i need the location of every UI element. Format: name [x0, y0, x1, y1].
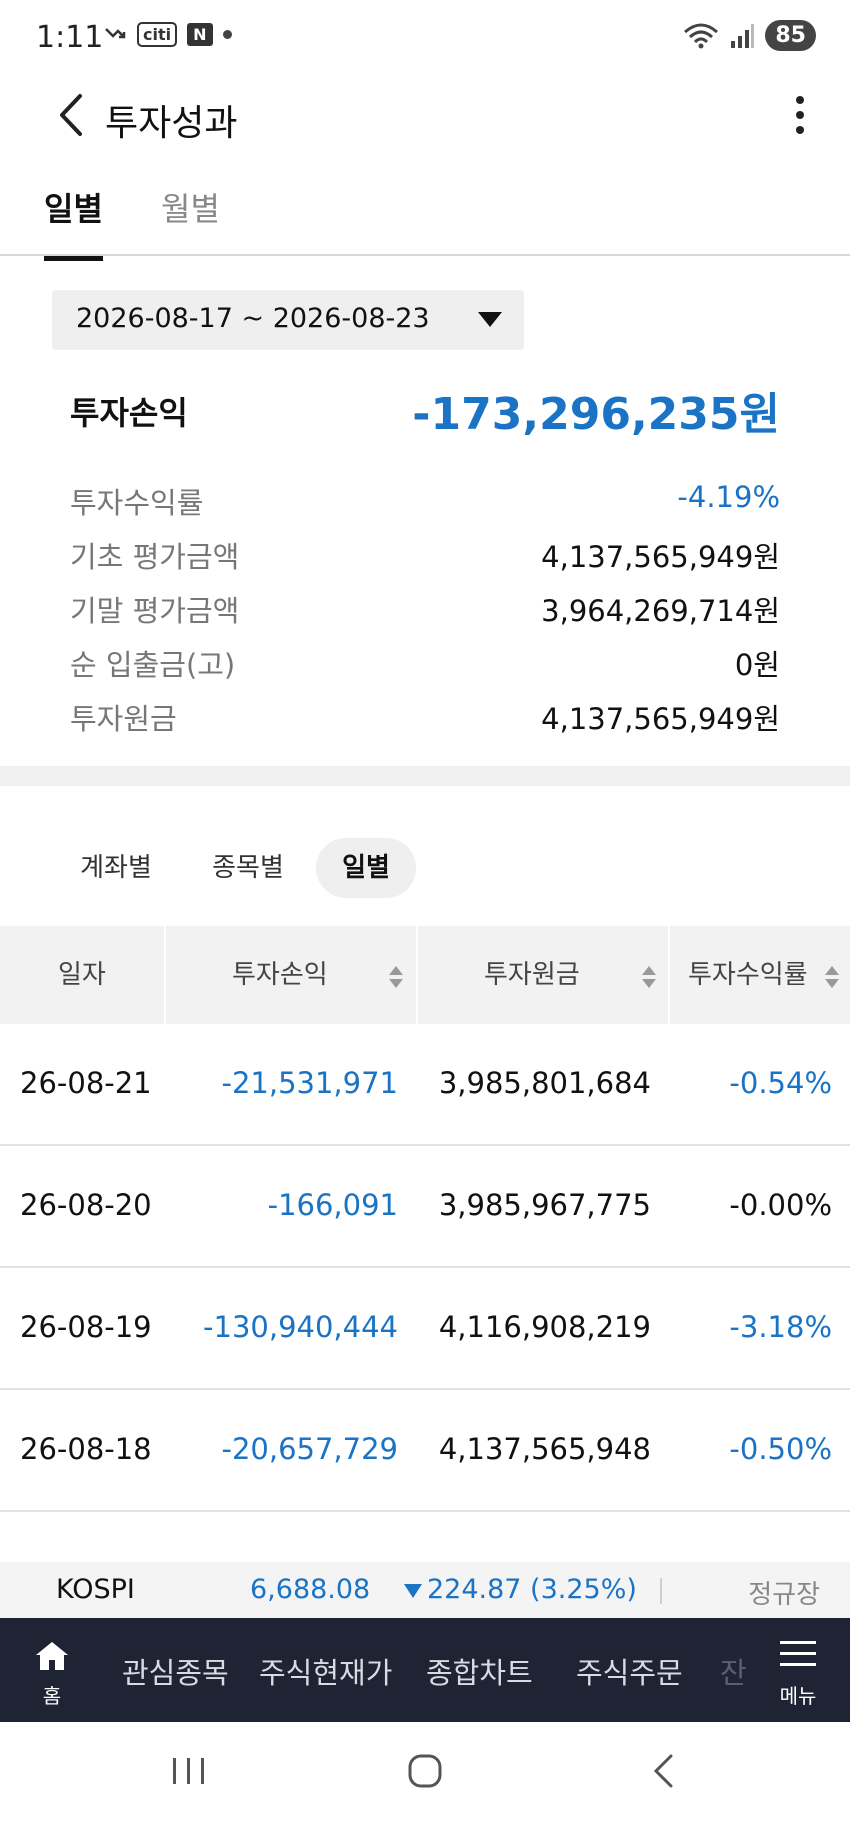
cell-date: 26-08-18	[20, 1432, 152, 1466]
sort-icon[interactable]	[641, 964, 657, 990]
summary-label: 투자수익률	[70, 486, 204, 520]
ticker-value: 6,688.08	[250, 1574, 371, 1605]
cell-return-rate: -0.00%	[729, 1188, 832, 1222]
ticker-change: 224.87 (3.25%)	[427, 1574, 637, 1605]
home-label: 홈	[42, 1684, 62, 1708]
summary-value: 4,137,565,949원	[541, 540, 780, 574]
summary-label: 순 입출금(고)	[70, 648, 236, 682]
cell-principal: 4,137,565,948	[438, 1432, 651, 1466]
column-header-profit[interactable]: 투자손익	[232, 926, 328, 1024]
cell-return-rate: -0.54%	[729, 1066, 832, 1100]
market-session: 정규장	[748, 1580, 820, 1610]
summary-label: 기초 평가금액	[70, 540, 240, 574]
hamburger-menu-icon	[780, 1641, 816, 1666]
menu-label: 메뉴	[779, 1684, 817, 1708]
summary-row-beginning-value: 기초 평가금액 4,137,565,949원	[70, 534, 780, 578]
sort-icon[interactable]	[824, 964, 840, 990]
cell-principal: 4,116,908,219	[438, 1310, 651, 1344]
table-row[interactable]: 26-08-20 -166,091 3,985,967,775 -0.00%	[0, 1146, 850, 1268]
table-row[interactable]: 26-08-19 -130,940,444 4,116,908,219 -3.1…	[0, 1268, 850, 1390]
column-header-return-rate[interactable]: 투자수익률	[688, 926, 808, 1024]
home-button[interactable]: 홈	[0, 1618, 104, 1722]
summary-label: 기말 평가금액	[70, 594, 240, 628]
nav-chart[interactable]: 종합차트	[426, 1650, 533, 1692]
table-row[interactable]: 26-08-21 -21,531,971 3,985,801,684 -0.54…	[0, 1024, 850, 1146]
summary-row-net-deposit: 순 입출금(고) 0원	[70, 642, 780, 686]
status-time: 1:11	[36, 20, 104, 55]
nav-watchlist[interactable]: 관심종목	[122, 1650, 229, 1692]
summary-row-ending-value: 기말 평가금액 3,964,269,714원	[70, 588, 780, 632]
nav-more-item[interactable]: 잔	[720, 1650, 747, 1692]
bottom-nav: 홈 관심종목 주식현재가 종합차트 주식주문 잔 메뉴	[0, 1618, 850, 1722]
home-icon	[36, 1642, 68, 1670]
tab-daily[interactable]: 일별	[44, 184, 103, 261]
naver-app-icon: N	[187, 23, 213, 46]
status-notification-icons: citi N	[103, 22, 232, 47]
chip-by-stock[interactable]: 종목별	[196, 838, 300, 898]
nav-order[interactable]: 주식주문	[576, 1650, 683, 1692]
back-arrow-icon[interactable]	[52, 92, 92, 138]
cell-date: 26-08-20	[20, 1188, 152, 1222]
date-range-text: 2026-08-17 ~ 2026-08-23	[76, 303, 430, 334]
cell-profit: -166,091	[267, 1188, 398, 1222]
summary-value: -4.19%	[677, 480, 780, 514]
citi-app-icon: citi	[137, 22, 178, 47]
system-back-icon[interactable]	[640, 1748, 690, 1794]
status-bar: 1:11 citi N 85	[0, 0, 850, 75]
signal-icon	[731, 23, 755, 48]
table-row[interactable]: 26-08-18 -20,657,729 4,137,565,948 -0.50…	[0, 1390, 850, 1512]
section-divider	[0, 766, 850, 786]
column-header-principal[interactable]: 투자원금	[484, 926, 580, 1024]
recent-apps-icon[interactable]	[164, 1748, 214, 1794]
triangle-down-icon	[404, 1584, 422, 1598]
cell-principal: 3,985,801,684	[438, 1066, 651, 1100]
tab-monthly[interactable]: 월별	[161, 184, 220, 256]
caret-down-icon	[478, 312, 502, 327]
ticker-divider	[660, 1578, 662, 1604]
market-ticker[interactable]: KOSPI 6,688.08 224.87 (3.25%) 정규장	[0, 1562, 850, 1618]
more-notifications-dot-icon	[222, 30, 232, 39]
column-divider	[668, 926, 670, 1024]
cell-principal: 3,985,967,775	[438, 1188, 651, 1222]
column-header-date: 일자	[58, 960, 106, 990]
summary-value: 0원	[734, 648, 780, 682]
cell-profit: -21,531,971	[221, 1066, 398, 1100]
cell-return-rate: -0.50%	[729, 1432, 832, 1466]
battery-indicator: 85	[765, 20, 816, 51]
ticker-name: KOSPI	[56, 1574, 135, 1605]
status-system-icons: 85	[683, 20, 816, 51]
wifi-icon	[684, 23, 719, 48]
summary-label: 투자원금	[70, 702, 177, 736]
summary-row-principal: 투자원금 4,137,565,949원	[70, 696, 780, 740]
column-divider	[416, 926, 418, 1024]
summary-row-return-rate: 투자수익률 -4.19%	[70, 480, 780, 524]
summary-value: 4,137,565,949원	[541, 702, 780, 736]
summary-value: 3,964,269,714원	[541, 594, 780, 628]
profit-loss-value: -173,296,235원	[412, 389, 780, 440]
app-header: 투자성과	[0, 80, 850, 150]
menu-button[interactable]: 메뉴	[746, 1618, 850, 1722]
chip-daily[interactable]: 일별	[316, 838, 416, 898]
cell-profit: -130,940,444	[203, 1310, 398, 1344]
page-title: 투자성과	[105, 103, 238, 144]
cell-profit: -20,657,729	[221, 1432, 398, 1466]
cell-date: 26-08-21	[20, 1066, 152, 1100]
sort-icon[interactable]	[388, 964, 404, 990]
more-vertical-icon[interactable]	[790, 92, 810, 138]
chip-by-account[interactable]: 계좌별	[64, 838, 168, 898]
system-navigation-bar	[0, 1722, 850, 1822]
table-header: 일자 투자손익 투자원금 투자수익률	[0, 926, 850, 1024]
profit-loss-label: 투자손익	[70, 394, 188, 432]
cell-return-rate: -3.18%	[729, 1310, 832, 1344]
period-tabs: 일별 월별	[0, 178, 850, 261]
nav-current-price[interactable]: 주식현재가	[259, 1650, 392, 1692]
date-range-dropdown[interactable]: 2026-08-17 ~ 2026-08-23	[52, 290, 524, 350]
home-circle-icon[interactable]	[400, 1748, 450, 1794]
column-divider	[164, 926, 166, 1024]
missed-call-icon	[105, 27, 126, 38]
cell-date: 26-08-19	[20, 1310, 152, 1344]
